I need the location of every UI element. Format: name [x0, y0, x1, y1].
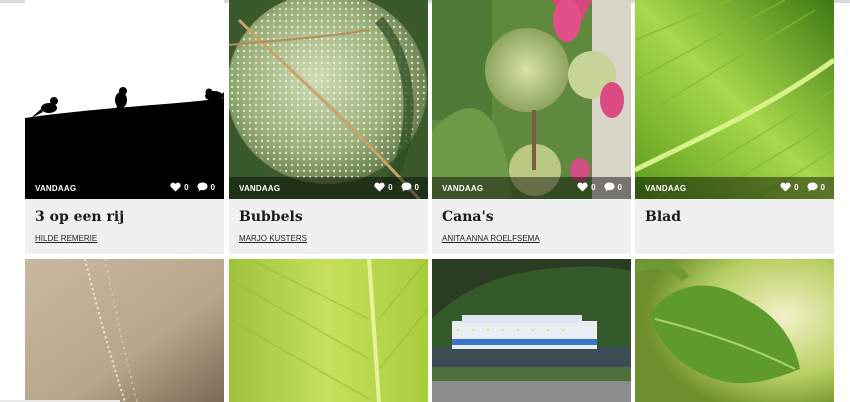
like-count: 0: [794, 182, 799, 192]
photo-info: Blad: [635, 199, 834, 254]
comment-button[interactable]: 0: [197, 182, 215, 192]
heart-icon: [170, 182, 181, 192]
photo-image[interactable]: [635, 259, 834, 402]
like-button[interactable]: 0: [170, 182, 189, 192]
date-label: VANDAAG: [239, 184, 281, 193]
photo-card[interactable]: [635, 259, 834, 402]
photo-info: Bubbels MARJO KUSTERS: [229, 199, 428, 254]
like-button[interactable]: 0: [780, 182, 799, 192]
comment-button[interactable]: 0: [401, 182, 419, 192]
like-button[interactable]: 0: [577, 182, 596, 192]
like-count: 0: [388, 182, 393, 192]
photo-author-link[interactable]: HILDE REMERIE: [35, 234, 97, 243]
photo-card[interactable]: [432, 259, 631, 402]
photo-card[interactable]: [25, 259, 224, 402]
photo-overlay: VANDAAG 0 0: [635, 177, 834, 199]
photo-card[interactable]: VANDAAG 0 0 Cana's ANITA ANNA ROELFSEMA: [432, 0, 631, 254]
photo-image[interactable]: VANDAAG 0 0: [25, 0, 224, 199]
photo-image[interactable]: [229, 259, 428, 402]
date-label: VANDAAG: [442, 184, 484, 193]
comment-count: 0: [414, 182, 419, 192]
photo-grid: VANDAAG 0 0 3 op een rij HILDE REMERIE V…: [0, 0, 850, 402]
heart-icon: [374, 182, 385, 192]
photo-title[interactable]: Bubbels: [239, 209, 303, 225]
comment-bubble-icon: [197, 182, 208, 192]
photo-overlay: VANDAAG 0 0: [229, 177, 428, 199]
comment-button[interactable]: 0: [604, 182, 622, 192]
photo-overlay: VANDAAG 0 0: [25, 177, 224, 199]
comment-count: 0: [617, 182, 622, 192]
photo-card[interactable]: VANDAAG 0 0 Blad: [635, 0, 834, 254]
comment-bubble-icon: [807, 182, 818, 192]
photo-title[interactable]: 3 op een rij: [35, 209, 124, 225]
photo-author-link[interactable]: ANITA ANNA ROELFSEMA: [442, 234, 540, 243]
like-button[interactable]: 0: [374, 182, 393, 192]
like-count: 0: [591, 182, 596, 192]
heart-icon: [577, 182, 588, 192]
photo-image[interactable]: VANDAAG 0 0: [432, 0, 631, 199]
comment-count: 0: [210, 182, 215, 192]
photo-image[interactable]: [25, 259, 224, 402]
photo-title[interactable]: Blad: [645, 209, 681, 225]
photo-info: Cana's ANITA ANNA ROELFSEMA: [432, 199, 631, 254]
photo-overlay: VANDAAG 0 0: [432, 177, 631, 199]
comment-count: 0: [820, 182, 825, 192]
photo-card[interactable]: [229, 259, 428, 402]
date-label: VANDAAG: [645, 184, 687, 193]
photo-title[interactable]: Cana's: [442, 209, 494, 225]
photo-card[interactable]: VANDAAG 0 0 3 op een rij HILDE REMERIE: [25, 0, 224, 254]
photo-image[interactable]: [432, 259, 631, 402]
date-label: VANDAAG: [35, 184, 77, 193]
comment-bubble-icon: [401, 182, 412, 192]
photo-author-link[interactable]: MARJO KUSTERS: [239, 234, 307, 243]
photo-info: 3 op een rij HILDE REMERIE: [25, 199, 224, 254]
photo-image[interactable]: VANDAAG 0 0: [635, 0, 834, 199]
like-count: 0: [184, 182, 189, 192]
heart-icon: [780, 182, 791, 192]
photo-image[interactable]: VANDAAG 0 0: [229, 0, 428, 199]
photo-card[interactable]: VANDAAG 0 0 Bubbels MARJO KUSTERS: [229, 0, 428, 254]
comment-bubble-icon: [604, 182, 615, 192]
comment-button[interactable]: 0: [807, 182, 825, 192]
